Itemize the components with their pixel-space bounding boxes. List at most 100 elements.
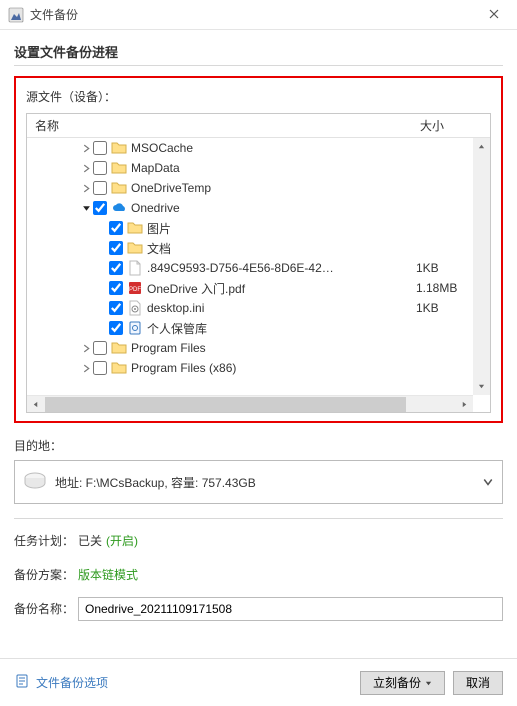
folder-icon [127,240,143,256]
tree-row-checkbox[interactable] [93,341,107,355]
tree-row-checkbox[interactable] [93,161,107,175]
vault-icon [127,320,143,336]
backup-options-text: 文件备份选项 [36,674,108,691]
scheme-mode-link[interactable]: 版本链模式 [78,563,138,587]
file-tree: 名称 大小 MSOCache MapData OneDriveTemp Onedriv… [26,113,491,413]
scroll-thumb[interactable] [45,397,406,412]
folder-icon [127,220,143,236]
vertical-scrollbar[interactable] [473,138,490,395]
horizontal-scrollbar[interactable] [27,395,473,412]
tree-row-checkbox[interactable] [109,241,123,255]
backup-now-button[interactable]: 立刻备份 [360,671,445,695]
tree-row-checkbox[interactable] [93,201,107,215]
destination-selector[interactable]: 地址: F:\MCsBackup, 容量: 757.43GB [14,460,503,504]
tree-row-label: .849C9593-D756-4E56-8D6E-42… [147,261,416,275]
dialog-footer: 文件备份选项 立刻备份 取消 [0,658,517,706]
window-title: 文件备份 [30,6,471,23]
ini-icon [127,300,143,316]
tree-row-checkbox[interactable] [109,281,123,295]
tree-row-label: Onedrive [131,201,416,215]
folder-icon [111,160,127,176]
destination-text: 地址: F:\MCsBackup, 容量: 757.43GB [55,474,480,491]
chevron-down-icon [480,477,496,487]
tree-row[interactable]: PDFOneDrive 入门.pdf1.18MB [27,278,490,298]
tree-row-label: Program Files [131,341,416,355]
app-icon [8,7,24,23]
expand-arrow-icon[interactable] [79,144,93,153]
tree-row[interactable]: desktop.ini1KB [27,298,490,318]
expand-arrow-icon[interactable] [79,364,93,373]
tree-row[interactable]: MapData [27,158,490,178]
file-icon [127,260,143,276]
title-bar: 文件备份 [0,0,517,30]
tree-row[interactable]: OneDriveTemp [27,178,490,198]
column-header-size[interactable]: 大小 [420,117,490,134]
pdf-icon: PDF [127,280,143,296]
source-highlight-box: 源文件（设备）： 名称 大小 MSOCache MapData OneDriveTe… [14,76,503,423]
scheme-label: 备份方案： [14,563,78,587]
folder-icon [111,180,127,196]
tree-row-checkbox[interactable] [109,221,123,235]
tree-row-checkbox[interactable] [109,261,123,275]
expand-arrow-icon[interactable] [79,344,93,353]
destination-label: 目的地： [14,437,503,454]
section-title: 设置文件备份进程 [14,42,503,61]
close-icon [489,8,499,22]
tree-row-label: Program Files (x86) [131,361,416,375]
tree-row-label: MSOCache [131,141,416,155]
tree-row[interactable]: 图片 [27,218,490,238]
backup-now-label: 立刻备份 [373,674,421,691]
folder-icon [111,360,127,376]
expand-arrow-icon[interactable] [79,184,93,193]
gear-icon [14,673,30,692]
tree-row-label: OneDriveTemp [131,181,416,195]
tree-row[interactable]: MSOCache [27,138,490,158]
scroll-left-button[interactable] [27,396,44,413]
chevron-down-icon [425,676,432,690]
expand-arrow-icon[interactable] [79,164,93,173]
backup-name-row: 备份名称： [14,597,503,621]
tree-row[interactable]: .849C9593-D756-4E56-8D6E-42…1KB [27,258,490,278]
backup-options-link[interactable]: 文件备份选项 [14,673,108,692]
folder-icon [111,340,127,356]
disk-icon [23,469,47,496]
tree-row-label: desktop.ini [147,301,416,315]
collapse-arrow-icon[interactable] [79,204,93,213]
tree-row-label: MapData [131,161,416,175]
tree-row-checkbox[interactable] [93,141,107,155]
schedule-label: 任务计划： [14,529,78,553]
divider [14,65,503,66]
onedrive-icon [111,200,127,216]
scheme-row: 备份方案： 版本链模式 [14,563,503,587]
divider [14,518,503,519]
tree-row[interactable]: Program Files [27,338,490,358]
tree-body: MSOCache MapData OneDriveTemp Onedrive 图片文档.… [27,138,490,395]
tree-row-checkbox[interactable] [109,321,123,335]
tree-row-label: OneDrive 入门.pdf [147,280,416,297]
svg-text:PDF: PDF [129,287,141,293]
tree-row-checkbox[interactable] [109,301,123,315]
source-label: 源文件（设备）： [26,88,491,105]
tree-row-label: 个人保管库 [147,320,416,337]
schedule-row: 任务计划： 已关 (开启) [14,529,503,553]
tree-row-checkbox[interactable] [93,181,107,195]
scroll-up-button[interactable] [473,138,490,155]
backup-name-label: 备份名称： [14,597,78,621]
column-header-name[interactable]: 名称 [35,117,420,134]
scroll-down-button[interactable] [473,378,490,395]
folder-icon [111,140,127,156]
backup-name-input[interactable] [78,597,503,621]
scroll-right-button[interactable] [456,396,473,413]
tree-row-label: 图片 [147,220,416,237]
cancel-button[interactable]: 取消 [453,671,503,695]
tree-row[interactable]: 文档 [27,238,490,258]
schedule-enable-link[interactable]: (开启) [106,529,138,553]
tree-header: 名称 大小 [27,114,490,138]
tree-row[interactable]: Onedrive [27,198,490,218]
window-close-button[interactable] [471,0,517,30]
tree-row-label: 文档 [147,240,416,257]
tree-row[interactable]: 个人保管库 [27,318,490,338]
tree-row[interactable]: Program Files (x86) [27,358,490,378]
tree-row-checkbox[interactable] [93,361,107,375]
schedule-status: 已关 [78,529,102,553]
